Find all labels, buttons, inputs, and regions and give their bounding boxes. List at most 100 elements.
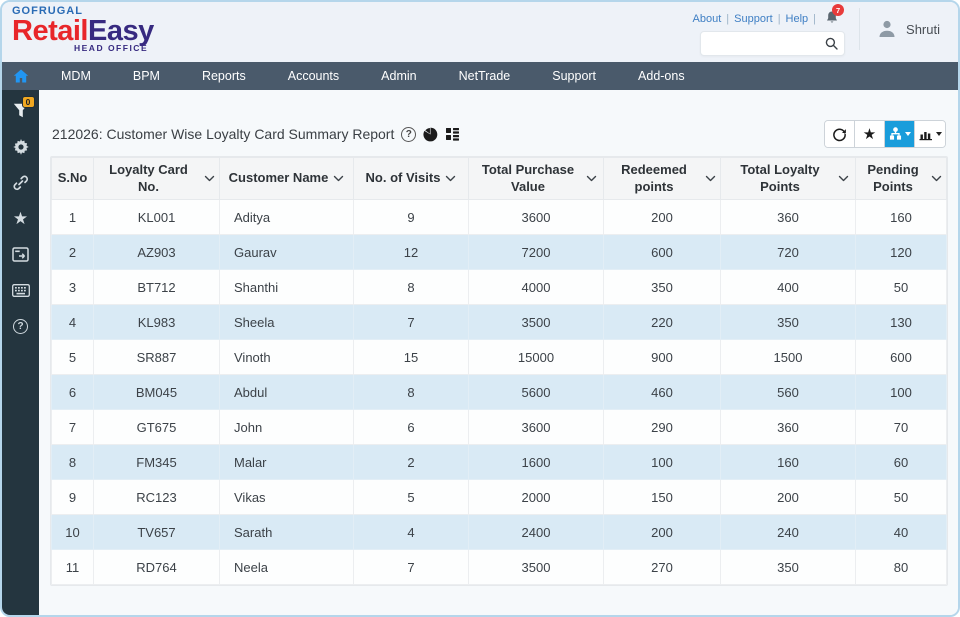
table-cell: 130 (856, 305, 947, 340)
table-cell: 3500 (469, 550, 604, 585)
column-header-pending-points[interactable]: Pending Points (856, 158, 947, 200)
sort-caret-icon (445, 175, 456, 182)
table-row[interactable]: 9RC123Vikas5200015020050 (52, 480, 947, 515)
sort-caret-icon (705, 175, 716, 182)
table-cell: Gaurav (220, 235, 354, 270)
star-icon: ★ (13, 210, 28, 227)
table-cell: 50 (856, 480, 947, 515)
table-cell: 400 (721, 270, 856, 305)
favorite-button[interactable]: ★ (855, 121, 885, 147)
bar-chart-icon (919, 128, 933, 141)
table-row[interactable]: 1KL001Aditya93600200360160 (52, 200, 947, 235)
table-row[interactable]: 5SR887Vinoth15150009001500600 (52, 340, 947, 375)
table-cell: 360 (721, 410, 856, 445)
table-cell: 15 (354, 340, 469, 375)
nav-item-reports[interactable]: Reports (181, 69, 267, 83)
keyboard-button[interactable] (11, 282, 31, 299)
report-help-button[interactable]: ? (401, 127, 416, 142)
report-content: 212026: Customer Wise Loyalty Card Summa… (39, 90, 958, 615)
column-header-total-loyalty-points[interactable]: Total Loyalty Points (721, 158, 856, 200)
sort-caret-icon (838, 175, 849, 182)
table-cell: 8 (52, 445, 94, 480)
table-cell: 50 (856, 270, 947, 305)
hierarchy-icon (889, 127, 902, 141)
grid-view-button[interactable] (445, 127, 460, 141)
hierarchy-view-button[interactable] (885, 121, 915, 147)
table-cell: 900 (604, 340, 721, 375)
nav-item-nettrade[interactable]: NetTrade (438, 69, 532, 83)
table-row[interactable]: 4KL983Sheela73500220350130 (52, 305, 947, 340)
column-header-customer-name[interactable]: Customer Name (220, 158, 354, 200)
filter-button[interactable]: 0 (11, 102, 31, 119)
table-cell: KL983 (94, 305, 220, 340)
search-icon[interactable] (825, 37, 838, 50)
table-cell: 5 (354, 480, 469, 515)
table-body: 1KL001Aditya936002003601602AZ903Gaurav12… (52, 200, 947, 585)
settings-button[interactable] (11, 138, 31, 155)
table-cell: 5600 (469, 375, 604, 410)
column-header-total-purchase-value[interactable]: Total Purchase Value (469, 158, 604, 200)
table-cell: TV657 (94, 515, 220, 550)
table-cell: BM045 (94, 375, 220, 410)
nav-item-add-ons[interactable]: Add-ons (617, 69, 706, 83)
nav-item-support[interactable]: Support (531, 69, 617, 83)
table-cell: 100 (856, 375, 947, 410)
table-cell: 9 (52, 480, 94, 515)
dropdown-caret-icon (905, 132, 911, 136)
about-link[interactable]: About (693, 13, 722, 25)
settings-gear-icon (13, 139, 29, 155)
table-cell: Vinoth (220, 340, 354, 375)
table-cell: 220 (604, 305, 721, 340)
table-cell: 720 (721, 235, 856, 270)
nav-item-bpm[interactable]: BPM (112, 69, 181, 83)
table-cell: 100 (604, 445, 721, 480)
table-row[interactable]: 10TV657Sarath4240020024040 (52, 515, 947, 550)
table-cell: 160 (721, 445, 856, 480)
favorites-button[interactable]: ★ (11, 210, 31, 227)
table-cell: 200 (604, 515, 721, 550)
table-cell: 6 (52, 375, 94, 410)
table-row[interactable]: 3BT712Shanthi8400035040050 (52, 270, 947, 305)
table-cell: 7 (354, 550, 469, 585)
refresh-button[interactable] (825, 121, 855, 147)
sidebar-help-button[interactable]: ? (11, 318, 31, 335)
column-header-redeemed-points[interactable]: Redeemed points (604, 158, 721, 200)
user-name: Shruti (906, 22, 940, 37)
table-cell: KL001 (94, 200, 220, 235)
table-cell: 6 (354, 410, 469, 445)
table-row[interactable]: 2AZ903Gaurav127200600720120 (52, 235, 947, 270)
column-header-loyalty-card-no-[interactable]: Loyalty Card No. (94, 158, 220, 200)
help-link[interactable]: Help (786, 13, 809, 25)
chart-view-button[interactable] (915, 121, 945, 147)
dropdown-caret-icon (936, 132, 942, 136)
table-row[interactable]: 11RD764Neela7350027035080 (52, 550, 947, 585)
table-row[interactable]: 8FM345Malar2160010016060 (52, 445, 947, 480)
nav-item-admin[interactable]: Admin (360, 69, 437, 83)
search-input[interactable] (701, 37, 825, 51)
column-header-no-of-visits[interactable]: No. of Visits (354, 158, 469, 200)
table-cell: Shanthi (220, 270, 354, 305)
refresh-icon (832, 127, 847, 142)
table-cell: 360 (721, 200, 856, 235)
table-row[interactable]: 7GT675John6360029036070 (52, 410, 947, 445)
notifications-button[interactable]: 7 (825, 10, 839, 28)
support-link[interactable]: Support (734, 13, 773, 25)
table-cell: RD764 (94, 550, 220, 585)
nav-item-mdm[interactable]: MDM (40, 69, 112, 83)
link-separator: | (813, 13, 816, 25)
report-window-button[interactable] (11, 246, 31, 263)
user-menu[interactable]: Shruti (859, 8, 944, 50)
table-header-row: S.NoLoyalty Card No.Customer NameNo. of … (52, 158, 947, 200)
link-button[interactable] (11, 174, 31, 191)
table-cell: BT712 (94, 270, 220, 305)
home-button[interactable] (2, 69, 40, 83)
table-cell: 600 (604, 235, 721, 270)
nav-item-accounts[interactable]: Accounts (267, 69, 360, 83)
keyboard-icon (12, 284, 30, 297)
left-sidebar: 0 ★ (2, 90, 39, 615)
pie-chart-button[interactable] (423, 127, 438, 142)
table-cell: 4 (354, 515, 469, 550)
table-row[interactable]: 6BM045Abdul85600460560100 (52, 375, 947, 410)
table-cell: 200 (604, 200, 721, 235)
table-cell: 3600 (469, 410, 604, 445)
